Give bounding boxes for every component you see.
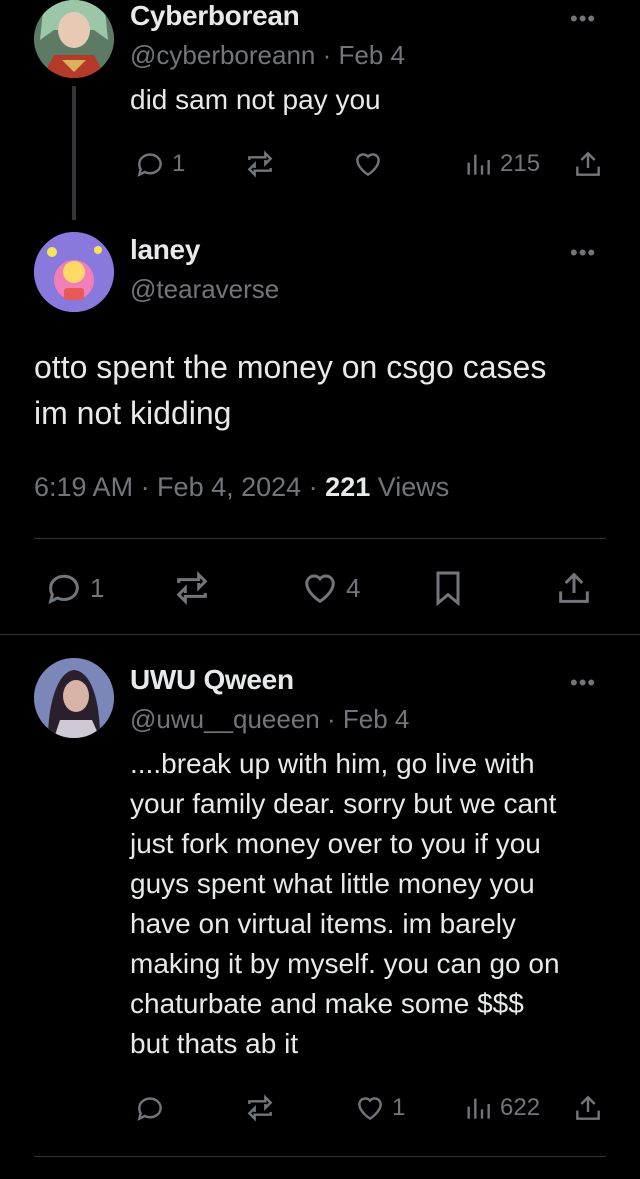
tweet-metadata: 6:19 AM · Feb 4, 2024 · 221 Views: [34, 472, 449, 503]
reply-button[interactable]: 1: [44, 568, 104, 608]
author-name[interactable]: laney: [130, 234, 200, 266]
tweet-text-line: otto spent the money on csgo cases: [34, 349, 547, 385]
tweet-text-line: ....break up with him, go live with: [130, 748, 535, 779]
reply-count: 1: [90, 572, 105, 603]
author-handle-and-date[interactable]: @uwu__queeen · Feb 4: [130, 704, 409, 735]
reply-icon: [48, 574, 79, 605]
author-name[interactable]: UWU Qween: [130, 664, 294, 696]
more-options-icon[interactable]: •••: [570, 670, 596, 696]
tweet-text-line: just fork money over to you if you: [130, 828, 541, 859]
tweet-text-line: your family dear. sorry but we cant: [130, 788, 557, 819]
tweet-text-line: im not kidding: [34, 395, 232, 431]
author-name[interactable]: Cyberborean: [130, 0, 300, 32]
views-icon: [467, 1098, 490, 1119]
person-photo-avatar-icon: [34, 658, 114, 738]
like-count: 1: [392, 1094, 406, 1121]
reply-icon: [137, 1097, 162, 1121]
author-handle[interactable]: @tearaverse: [130, 274, 279, 305]
thread-line: [72, 86, 76, 220]
reply-count: 1: [172, 150, 186, 177]
avatar[interactable]: [34, 232, 114, 312]
tweet-text-line: have on virtual items. im barely: [130, 908, 516, 939]
author-handle-and-date[interactable]: @cyberboreann · Feb 4: [130, 40, 405, 71]
views-button[interactable]: 215: [462, 148, 540, 180]
tweet-text: did sam not pay you: [130, 84, 381, 115]
share-icon: [559, 572, 589, 603]
divider: [34, 1156, 606, 1157]
reply-button[interactable]: 1: [134, 148, 185, 180]
reply-icon: [137, 153, 162, 177]
views-icon: [467, 154, 490, 175]
views-count: 215: [500, 150, 541, 177]
share-icon: [576, 1095, 600, 1120]
heart-icon: [305, 574, 335, 604]
repost-icon: [176, 571, 208, 605]
heart-icon: [356, 153, 380, 177]
tweet-text-line: guys spent what little money you: [130, 868, 535, 899]
like-button[interactable]: 4: [300, 568, 360, 608]
views-count: 622: [500, 1094, 541, 1121]
anime-character-avatar-icon: [34, 0, 114, 78]
tweet-text-line: but thats ab it: [130, 1028, 299, 1059]
views-count[interactable]: 221: [325, 472, 370, 502]
repost-icon: [247, 150, 273, 178]
tweet-timestamp[interactable]: 6:19 AM · Feb 4, 2024 ·: [34, 472, 325, 502]
like-button[interactable]: [352, 148, 384, 180]
repost-icon: [247, 1094, 273, 1122]
reply-button[interactable]: [134, 1092, 166, 1124]
bookmark-icon: [436, 571, 460, 607]
author-handle[interactable]: @cyberboreann: [130, 40, 315, 70]
more-options-icon[interactable]: •••: [570, 240, 596, 266]
tweet-text: ....break up with him, go live with your…: [130, 744, 560, 1064]
tweet-date[interactable]: · Feb 4: [327, 704, 409, 734]
divider: [34, 538, 606, 539]
share-button[interactable]: [572, 148, 604, 180]
views-button[interactable]: 622: [462, 1092, 540, 1124]
heart-icon: [358, 1097, 382, 1121]
share-button[interactable]: [554, 568, 594, 608]
repost-button[interactable]: [172, 568, 212, 608]
avatar[interactable]: [34, 658, 114, 738]
cartoon-avatar-icon: [34, 232, 114, 312]
share-button[interactable]: [572, 1092, 604, 1124]
tweet-text: otto spent the money on csgo cases im no…: [34, 344, 546, 436]
like-button[interactable]: 1: [354, 1092, 405, 1124]
share-icon: [576, 151, 600, 176]
repost-button[interactable]: [244, 148, 276, 180]
repost-button[interactable]: [244, 1092, 276, 1124]
like-count: 4: [346, 572, 361, 603]
divider: [0, 634, 640, 635]
more-options-icon[interactable]: •••: [570, 6, 596, 32]
author-handle[interactable]: @uwu__queeen: [130, 704, 320, 734]
tweet-text-line: chaturbate and make some $$$: [130, 988, 524, 1019]
bookmark-button[interactable]: [428, 568, 468, 608]
tweet-date[interactable]: · Feb 4: [323, 40, 405, 70]
avatar[interactable]: [34, 0, 114, 78]
tweet-text-line: making it by myself. you can go on: [130, 948, 560, 979]
views-label: Views: [370, 472, 450, 502]
